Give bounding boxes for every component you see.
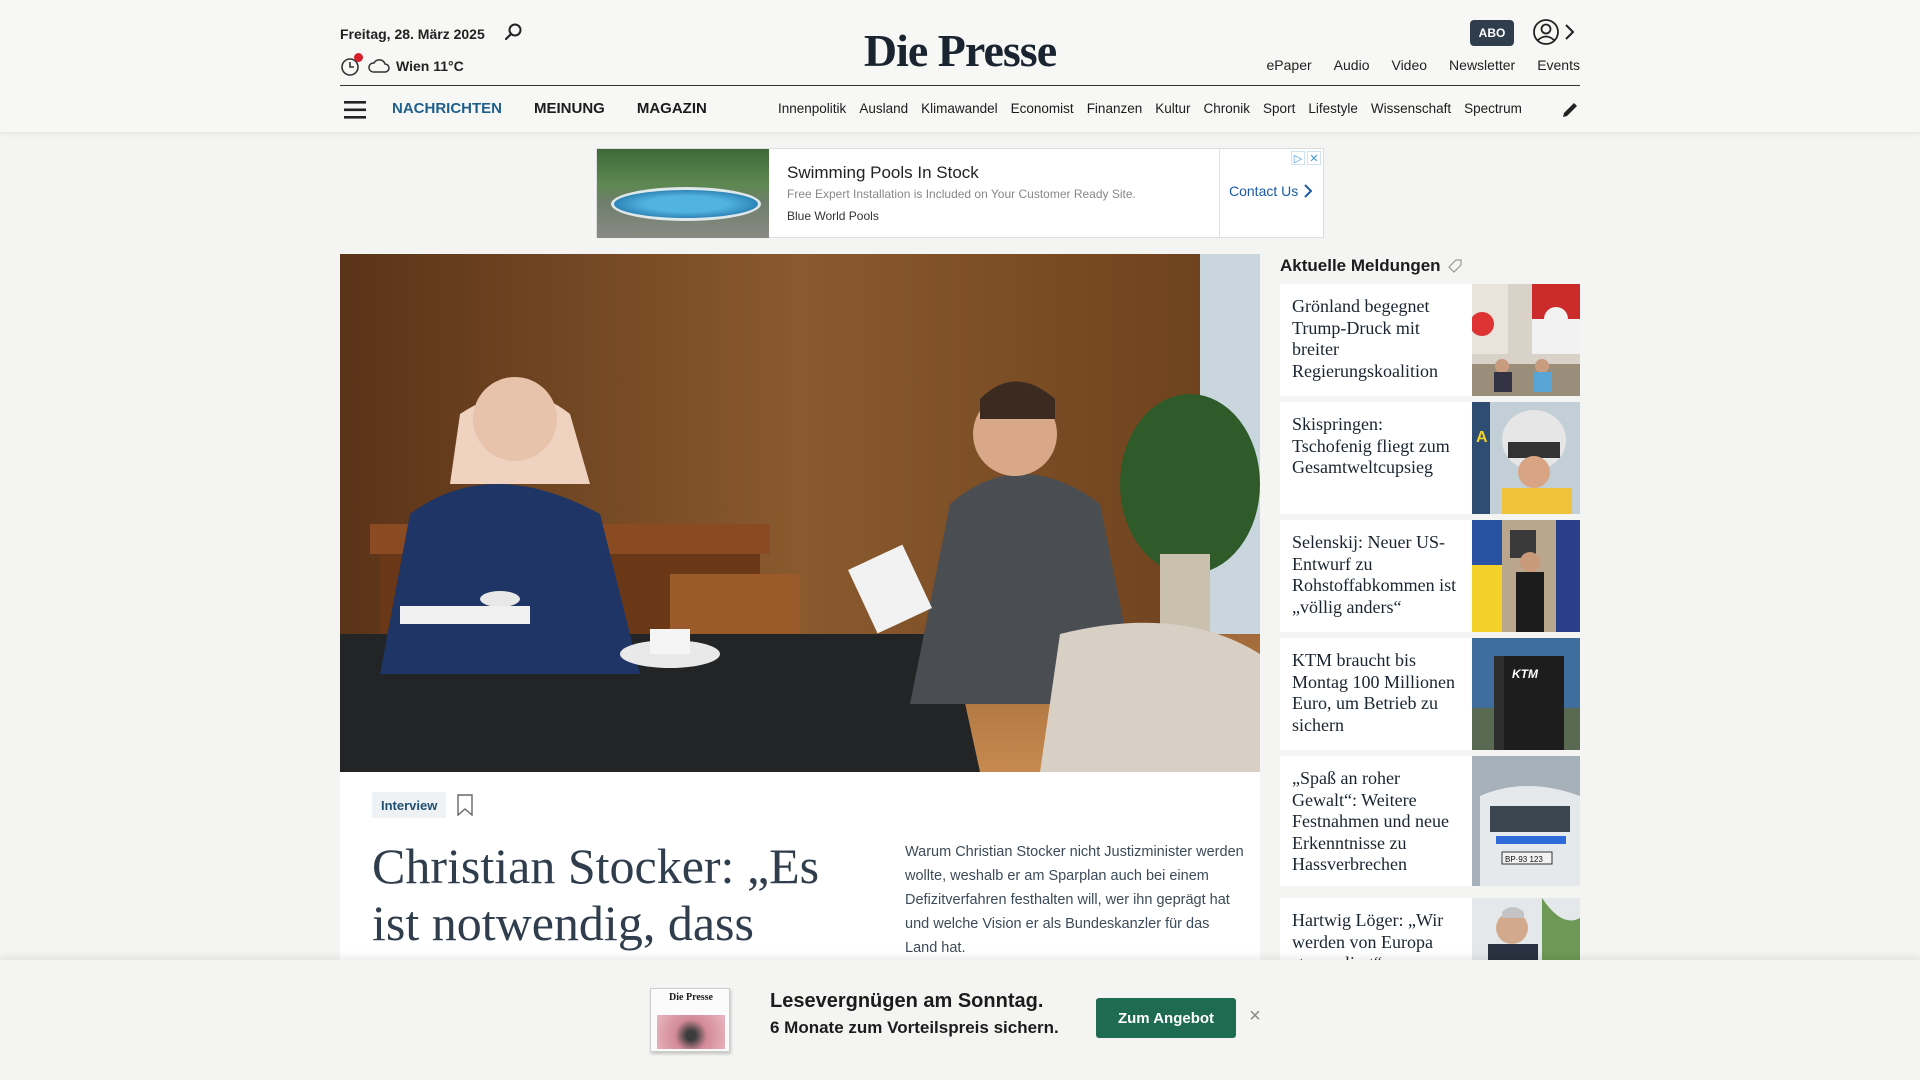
subnav-wissenschaft[interactable]: Wissenschaft (1371, 101, 1451, 116)
news-item-thumbnail: BP·93 123 (1472, 756, 1580, 886)
subnav-sport[interactable]: Sport (1263, 101, 1295, 116)
cloud-icon (368, 59, 390, 73)
lead-headline[interactable]: Christian Stocker: „Es ist notwendig, da… (372, 838, 842, 952)
site-logo[interactable]: Die Presse (860, 24, 1060, 77)
subnav-lifestyle[interactable]: Lifestyle (1308, 101, 1358, 116)
lead-teaser: Warum Christian Stocker nicht Justizmini… (905, 844, 1244, 956)
top-links: ePaper Audio Video Newsletter Events (1267, 57, 1580, 73)
tag-icon (1447, 259, 1462, 273)
news-item-title: Selenskij: Neuer US-Entwurf zu Rohstoffa… (1292, 532, 1457, 617)
promo-offer-button[interactable]: Zum Angebot (1096, 998, 1236, 1038)
news-item-title: Grönland begegnet Trump-Druck mit breite… (1292, 296, 1438, 381)
section-navigation: Innenpolitik Ausland Klimawandel Economi… (778, 101, 1568, 116)
news-item-thumbnail: A (1472, 402, 1580, 514)
list-item[interactable]: Hartwig Löger: „Wir werden von Europa st… (1280, 898, 1580, 960)
chevron-right-icon[interactable] (1562, 22, 1578, 42)
weather-widget: Wien 11°C (340, 53, 464, 78)
svg-text:A: A (1476, 429, 1488, 446)
list-item[interactable]: KTM braucht bis Montag 100 Millionen Eur… (1280, 638, 1580, 750)
nav-meinung[interactable]: MEINUNG (534, 100, 605, 117)
close-icon[interactable]: × (1245, 1006, 1265, 1026)
ad-brand: Blue World Pools (787, 209, 879, 223)
ad-title: Swimming Pools In Stock (787, 163, 979, 182)
toplink-newsletter[interactable]: Newsletter (1449, 57, 1515, 73)
notification-dot (354, 53, 363, 62)
promo-newspaper-thumbnail: Die Presse (650, 988, 730, 1052)
lead-article-image[interactable] (340, 254, 1260, 772)
news-item-thumbnail (1472, 520, 1580, 632)
abo-button[interactable]: ABO (1470, 20, 1514, 46)
main-navigation: NACHRICHTEN MEINUNG MAGAZIN (392, 100, 707, 117)
chevron-right-icon (1304, 184, 1313, 198)
pencil-icon[interactable] (1560, 100, 1580, 120)
site-header: Freitag, 28. März 2025 Wien 11°C Die Pre… (0, 0, 1920, 132)
nav-nachrichten[interactable]: NACHRICHTEN (392, 100, 502, 117)
promo-subline: 6 Monate zum Vorteilspreis sichern. (770, 1018, 1059, 1037)
news-item-title: Hartwig Löger: „Wir werden von Europa st… (1292, 910, 1444, 960)
ad-image (597, 149, 769, 238)
toplink-epaper[interactable]: ePaper (1267, 57, 1312, 73)
ad-close-icon[interactable]: ✕ (1307, 151, 1321, 165)
list-item[interactable]: Selenskij: Neuer US-Entwurf zu Rohstoffa… (1280, 520, 1580, 632)
promo-headline: Lesevergnügen am Sonntag. (770, 990, 1044, 1012)
news-item-thumbnail (1472, 898, 1580, 960)
search-icon[interactable] (504, 22, 524, 42)
svg-text:BP·93 123: BP·93 123 (1505, 855, 1543, 864)
subnav-spectrum[interactable]: Spectrum (1464, 101, 1522, 116)
ad-contact-button[interactable]: Contact Us (1229, 183, 1313, 199)
current-date: Freitag, 28. März 2025 (340, 26, 485, 42)
subnav-finanzen[interactable]: Finanzen (1087, 101, 1143, 116)
ad-choices[interactable]: ▷ ✕ (1291, 151, 1321, 165)
news-item-thumbnail: KTM (1472, 638, 1580, 750)
sponsored-ad[interactable]: Swimming Pools In Stock Free Expert Inst… (596, 148, 1324, 238)
notification-clock-icon[interactable] (340, 53, 363, 77)
ad-cta-label: Contact Us (1229, 183, 1299, 199)
toplink-events[interactable]: Events (1537, 57, 1580, 73)
nav-magazin[interactable]: MAGAZIN (637, 100, 707, 117)
sidebar-title-label: Aktuelle Meldungen (1280, 256, 1441, 275)
subnav-economist[interactable]: Economist (1011, 101, 1074, 116)
ad-description: Free Expert Installation is Included on … (787, 187, 1136, 201)
user-account-icon[interactable] (1532, 18, 1560, 46)
subnav-innenpolitik[interactable]: Innenpolitik (778, 101, 846, 116)
list-item[interactable]: Skispringen: Tschofenig fliegt zum Gesam… (1280, 402, 1580, 514)
news-item-title: Skispringen: Tschofenig fliegt zum Gesam… (1292, 414, 1450, 477)
weather-temperature: Wien 11°C (396, 58, 464, 74)
bookmark-icon[interactable] (456, 794, 474, 816)
subnav-kultur[interactable]: Kultur (1155, 101, 1190, 116)
subscription-promo-banner: Die Presse Lesevergnügen am Sonntag. 6 M… (0, 960, 1920, 1080)
news-item-title: KTM braucht bis Montag 100 Millionen Eur… (1292, 650, 1455, 735)
list-item[interactable]: „Spaß an roher Gewalt“: Weitere Festnahm… (1280, 756, 1580, 886)
news-item-thumbnail (1472, 284, 1580, 396)
toplink-audio[interactable]: Audio (1334, 57, 1370, 73)
ad-divider (1219, 149, 1220, 238)
list-item[interactable]: Grönland begegnet Trump-Druck mit breite… (1280, 284, 1580, 396)
promo-mini-logo: Die Presse (669, 992, 713, 1003)
subnav-ausland[interactable]: Ausland (859, 101, 908, 116)
sidebar-title: Aktuelle Meldungen (1280, 256, 1463, 276)
header-divider (340, 85, 1580, 86)
article-tag[interactable]: Interview (372, 792, 447, 818)
hamburger-menu-icon[interactable] (344, 99, 368, 121)
ad-choices-icon[interactable]: ▷ (1291, 151, 1305, 165)
toplink-video[interactable]: Video (1391, 57, 1427, 73)
subnav-klimawandel[interactable]: Klimawandel (921, 101, 998, 116)
news-item-title: „Spaß an roher Gewalt“: Weitere Festnahm… (1292, 768, 1449, 874)
subnav-chronik[interactable]: Chronik (1204, 101, 1251, 116)
svg-text:KTM: KTM (1512, 667, 1539, 681)
